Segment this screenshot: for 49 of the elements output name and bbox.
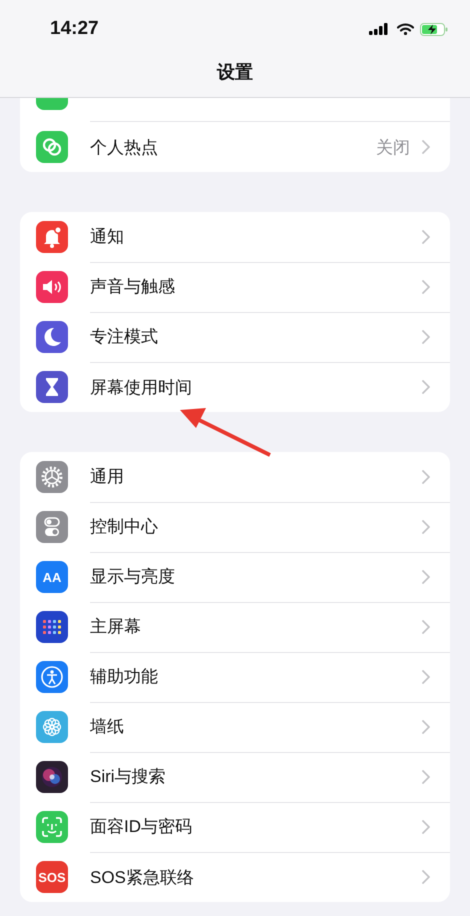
item-label: Siri与搜索 — [90, 766, 167, 788]
settings-item[interactable]: AA 显示与亮度 — [20, 552, 450, 602]
chevron-icon — [422, 470, 430, 484]
settings-item[interactable]: SOS SOS紧急联络 — [20, 852, 450, 902]
chevron-icon — [422, 230, 430, 244]
text-icon: AA — [36, 561, 68, 593]
item-label: 声音与触感 — [90, 276, 176, 298]
chevron-icon — [422, 380, 430, 394]
status-time: 14:27 — [50, 18, 99, 40]
settings-item[interactable]: 墙纸 — [20, 702, 450, 752]
chevron-icon — [422, 620, 430, 634]
settings-item[interactable]: 声音与触感 — [20, 262, 450, 312]
chevron-icon — [422, 720, 430, 734]
item-label: 个人热点 — [90, 136, 159, 158]
chevron-icon — [422, 520, 430, 534]
chevron-icon — [422, 670, 430, 684]
chevron-icon — [422, 280, 430, 294]
chevron-icon — [422, 570, 430, 584]
chevron-icon — [422, 770, 430, 784]
chevron-icon — [422, 330, 430, 344]
battery-icon — [420, 22, 448, 36]
settings-item[interactable]: 通知 — [20, 212, 450, 262]
page-title: 设置 — [217, 61, 253, 84]
settings-item[interactable]: 个人热点 关闭 — [20, 122, 450, 172]
item-label: 专注模式 — [90, 326, 159, 348]
item-label: 面容ID与密码 — [90, 816, 193, 838]
chevron-icon — [422, 820, 430, 834]
item-label: 墙纸 — [90, 716, 125, 738]
text-icon: SOS — [36, 861, 68, 893]
settings-item[interactable]: 通用 — [20, 452, 450, 502]
settings-item[interactable]: 专注模式 — [20, 312, 450, 362]
settings-item[interactable]: 面容ID与密码 — [20, 802, 450, 852]
wifi-icon — [397, 23, 414, 35]
item-label: 通用 — [90, 466, 125, 488]
settings-item[interactable]: Siri与搜索 — [20, 752, 450, 802]
chevron-icon — [422, 140, 430, 154]
chevron-icon — [422, 870, 430, 884]
settings-item[interactable]: 控制中心 — [20, 502, 450, 552]
settings-item[interactable]: 主屏幕 — [20, 602, 450, 652]
item-label: SOS紧急联络 — [90, 866, 195, 888]
item-label: 显示与亮度 — [90, 566, 176, 588]
item-label: 主屏幕 — [90, 616, 142, 638]
item-label: 通知 — [90, 226, 125, 248]
item-value: 关闭 — [376, 136, 410, 158]
item-label: 控制中心 — [90, 516, 159, 538]
item-label: 辅助功能 — [90, 666, 159, 688]
item-label: 屏幕使用时间 — [90, 376, 193, 398]
settings-item[interactable]: 辅助功能 — [20, 652, 450, 702]
settings-item[interactable]: 屏幕使用时间 — [20, 362, 450, 412]
